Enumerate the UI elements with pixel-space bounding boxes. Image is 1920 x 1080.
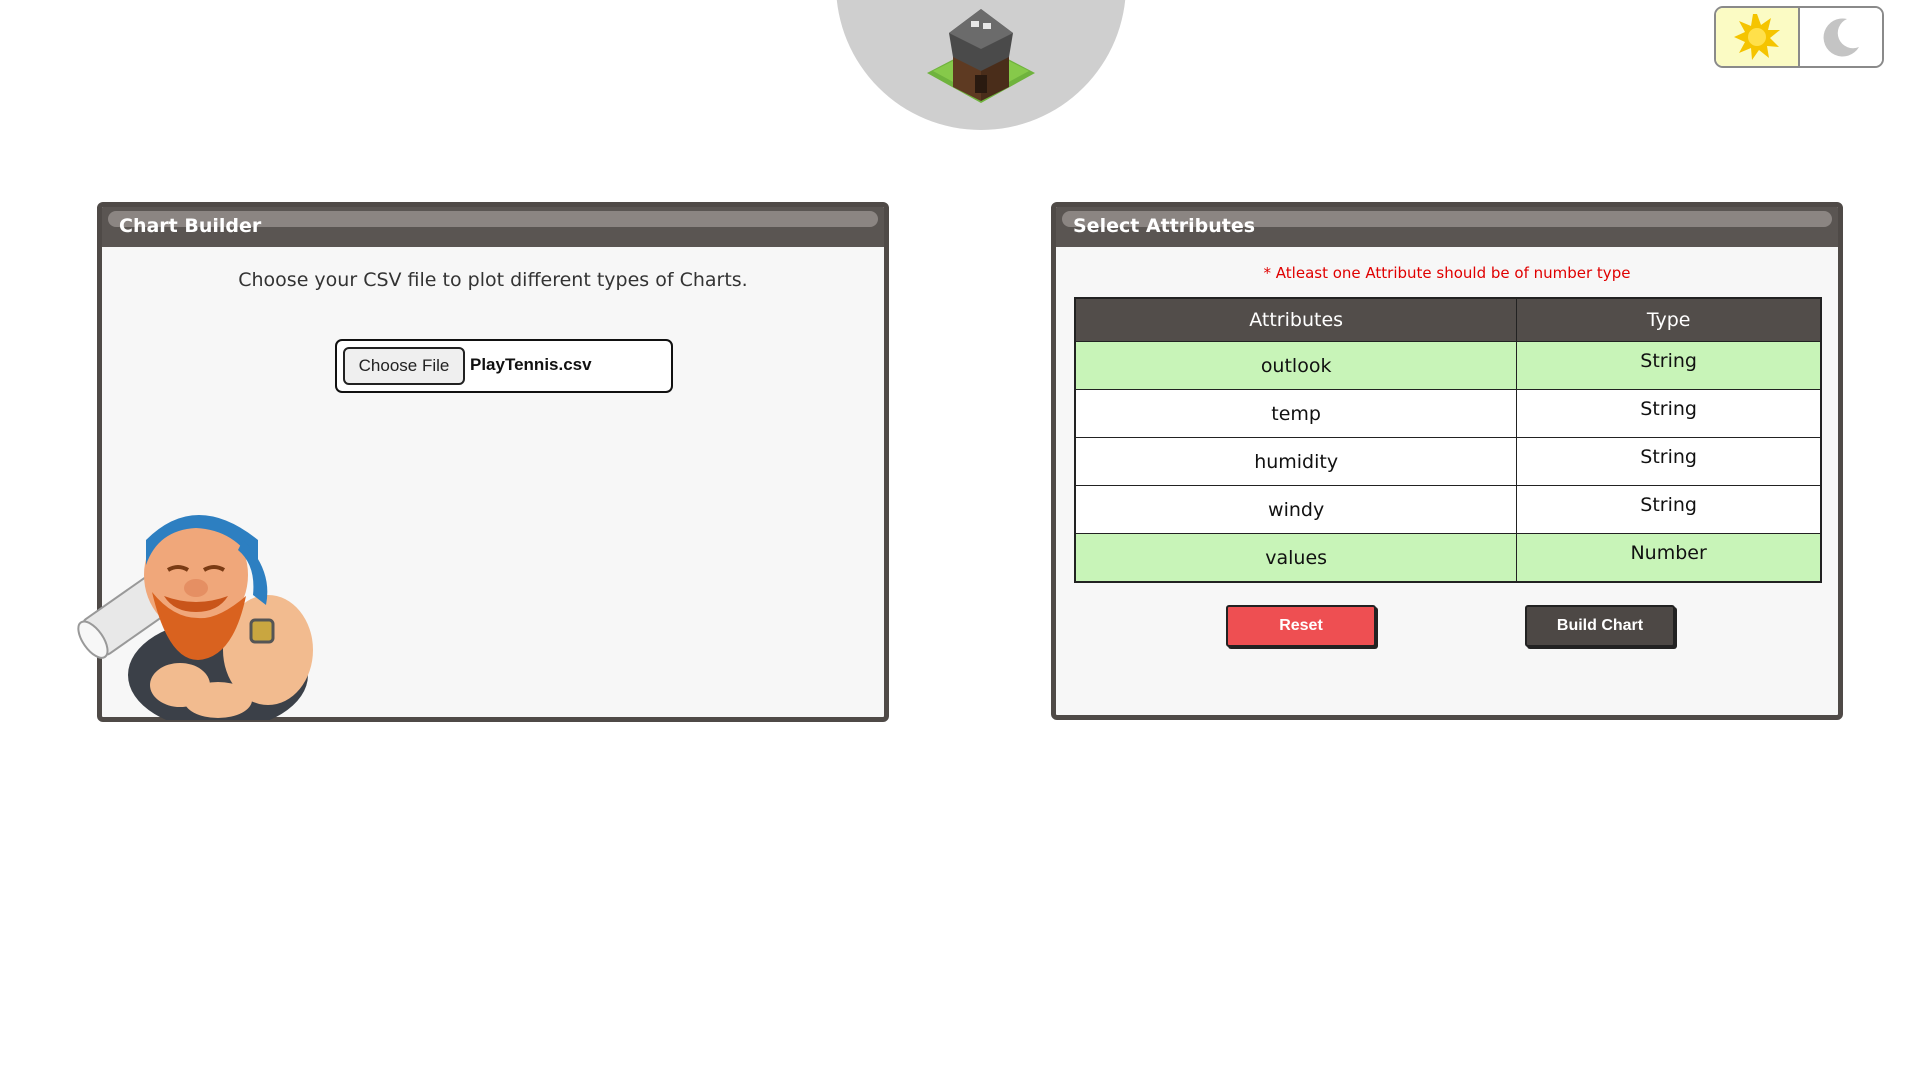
moon-icon <box>1823 18 1859 57</box>
warning-text: * Atleast one Attribute should be of num… <box>1263 264 1631 282</box>
selected-file-name: PlayTennis.csv <box>470 355 592 374</box>
column-header-attributes: Attributes <box>1074 297 1518 342</box>
table-header-row: Attributes Type <box>1074 297 1822 342</box>
attribute-name[interactable]: values <box>1074 533 1518 583</box>
table-row-humidity[interactable]: humidity String <box>1074 437 1822 486</box>
column-header-type: Type <box>1516 297 1822 342</box>
panel-header: Select Attributes <box>1056 207 1838 247</box>
sun-icon <box>1734 14 1780 60</box>
attribute-type[interactable]: String <box>1516 341 1822 390</box>
light-theme-button[interactable] <box>1716 8 1800 66</box>
file-input[interactable]: Choose File PlayTennis.csv <box>335 339 673 393</box>
intro-text: Choose your CSV file to plot different t… <box>238 269 748 291</box>
table-row-values[interactable]: values Number <box>1074 533 1822 583</box>
builder-hut-icon <box>927 9 1035 103</box>
panel-title: Chart Builder <box>119 215 262 237</box>
table-row-windy[interactable]: windy String <box>1074 485 1822 534</box>
attribute-type[interactable]: String <box>1516 485 1822 534</box>
table-row-temp[interactable]: temp String <box>1074 389 1822 438</box>
attribute-type[interactable]: String <box>1516 437 1822 486</box>
panel-header: Chart Builder <box>102 207 884 247</box>
select-attributes-panel: Select Attributes * Atleast one Attribut… <box>1051 202 1843 720</box>
attribute-name[interactable]: outlook <box>1074 341 1518 390</box>
attribute-name[interactable]: windy <box>1074 485 1518 534</box>
builder-mascot-icon <box>77 515 313 720</box>
attribute-type[interactable]: String <box>1516 389 1822 438</box>
attribute-name[interactable]: humidity <box>1074 437 1518 486</box>
theme-toggle[interactable] <box>1714 6 1884 68</box>
attribute-type[interactable]: Number <box>1516 533 1822 583</box>
attributes-table: Attributes Type outlook String temp Stri… <box>1074 297 1822 583</box>
attribute-name[interactable]: temp <box>1074 389 1518 438</box>
choose-file-button[interactable]: Choose File <box>343 347 465 385</box>
dark-theme-button[interactable] <box>1800 8 1882 66</box>
build-chart-button[interactable]: Build Chart <box>1525 605 1675 647</box>
panel-title: Select Attributes <box>1073 215 1256 237</box>
table-row-outlook[interactable]: outlook String <box>1074 341 1822 390</box>
reset-button[interactable]: Reset <box>1226 605 1376 647</box>
